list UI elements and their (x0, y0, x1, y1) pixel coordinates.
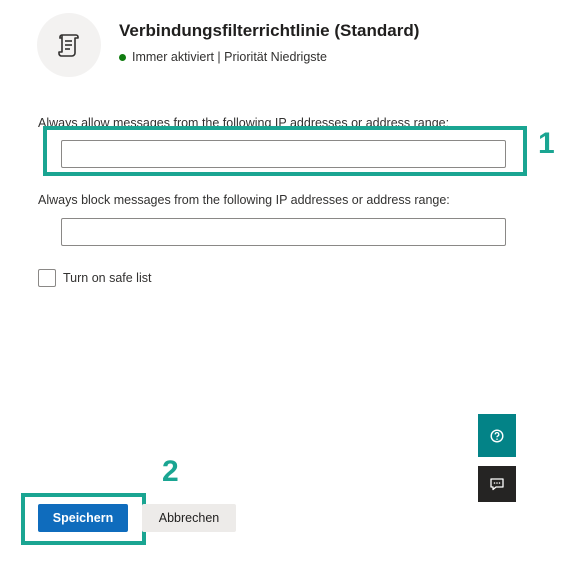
feedback-icon (490, 478, 504, 491)
status-text: Immer aktiviert | Priorität Niedrigste (132, 50, 327, 64)
page-title: Verbindungsfilterrichtlinie (Standard) (119, 21, 420, 40)
help-button[interactable] (478, 414, 516, 457)
allow-ip-label: Always allow messages from the following… (38, 116, 450, 130)
safe-list-checkbox[interactable] (38, 269, 56, 287)
safe-list-label: Turn on safe list (63, 271, 152, 285)
annotation-number-2: 2 (162, 455, 179, 488)
block-ip-label: Always block messages from the following… (38, 193, 450, 207)
block-ip-input[interactable] (61, 218, 506, 246)
cancel-button[interactable]: Abbrechen (142, 504, 236, 532)
feedback-button[interactable] (478, 466, 516, 502)
scroll-icon (58, 34, 79, 57)
policy-panel: Verbindungsfilterrichtlinie (Standard) I… (0, 0, 566, 573)
status-line: Immer aktiviert | Priorität Niedrigste (119, 50, 327, 64)
status-indicator-icon (119, 53, 126, 61)
annotation-number-1: 1 (538, 127, 555, 160)
help-icon (490, 428, 504, 443)
policy-icon-container (37, 13, 101, 77)
allow-ip-input[interactable] (61, 140, 506, 168)
safe-list-toggle[interactable]: Turn on safe list (38, 269, 151, 287)
save-button[interactable]: Speichern (38, 504, 128, 532)
